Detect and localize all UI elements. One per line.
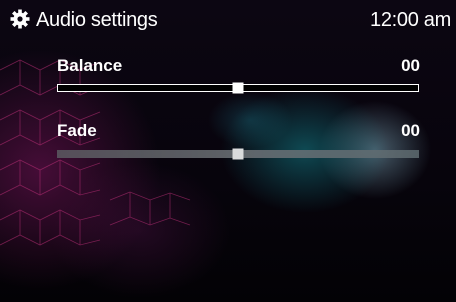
- fade-slider-knob[interactable]: [232, 148, 244, 160]
- fade-value: 00: [401, 121, 420, 140]
- header-bar: Audio settings 12:00 am: [0, 0, 456, 40]
- audio-settings-screen: Audio settings 12:00 am Balance 00 Fade …: [0, 0, 456, 302]
- balance-value: 00: [401, 56, 420, 75]
- balance-slider[interactable]: [57, 82, 419, 94]
- fade-label: Fade: [57, 121, 97, 140]
- gear-icon: [10, 9, 30, 29]
- page-title: Audio settings: [36, 9, 158, 31]
- clock-time: 12:00 am: [370, 9, 451, 31]
- balance-label: Balance: [57, 56, 123, 75]
- fade-slider[interactable]: [57, 148, 419, 160]
- balance-slider-knob[interactable]: [232, 82, 244, 94]
